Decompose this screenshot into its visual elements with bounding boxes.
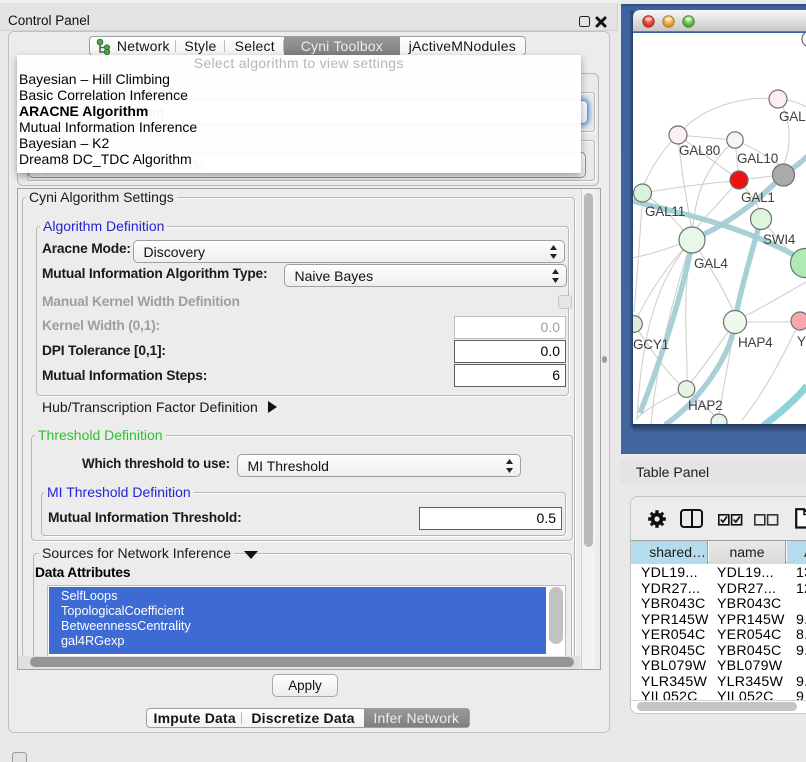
svg-text:HAP4: HAP4 <box>738 335 773 350</box>
svg-text:YB: YB <box>797 334 806 349</box>
svg-text:SWI4: SWI4 <box>763 232 796 247</box>
svg-text:GAL10: GAL10 <box>737 151 778 166</box>
svg-text:HAP2: HAP2 <box>688 398 722 413</box>
svg-text:GAL80: GAL80 <box>679 143 720 158</box>
svg-text:GAL11: GAL11 <box>645 204 685 219</box>
svg-text:GAL4: GAL4 <box>694 256 728 271</box>
svg-text:GCY1: GCY1 <box>633 337 669 352</box>
svg-text:GAL2: GAL2 <box>779 109 806 124</box>
svg-text:GAL1: GAL1 <box>741 190 775 205</box>
